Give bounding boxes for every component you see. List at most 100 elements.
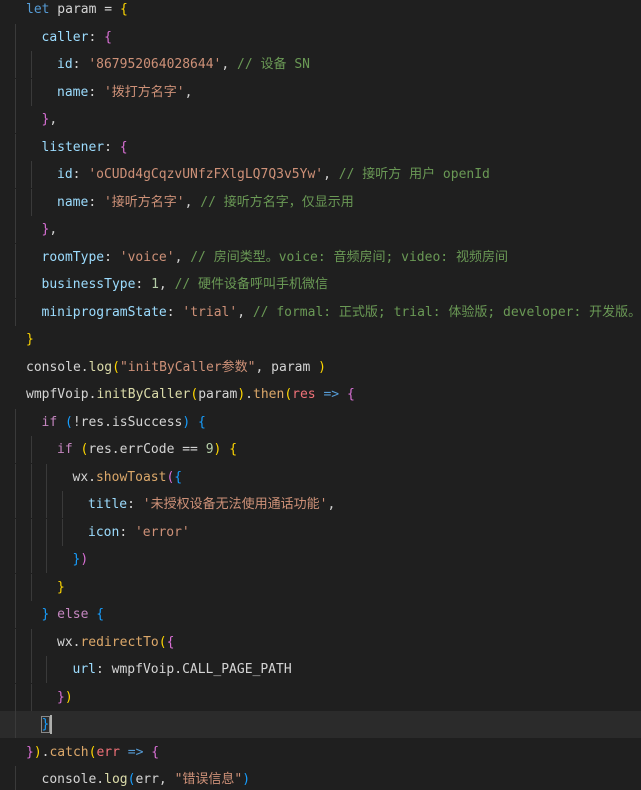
code-token: : xyxy=(127,497,143,512)
code-token: // 接听方名字，仅显示用 xyxy=(200,194,354,210)
indent-guide xyxy=(15,628,16,656)
code-line[interactable]: }, xyxy=(0,106,641,133)
code-line[interactable]: if (res.errCode == 9) { xyxy=(0,436,641,463)
code-line[interactable]: console.log(err, "错误信息") xyxy=(0,766,641,790)
code-text: title: '未授权设备无法使用通话功能', xyxy=(88,491,335,518)
code-line[interactable]: wx.showToast({ xyxy=(0,463,641,491)
code-token: ) xyxy=(318,359,326,375)
code-token: , xyxy=(221,57,238,72)
code-text: businessType: 1, // 硬件设备呼叫手机微信 xyxy=(42,271,329,298)
code-token: { xyxy=(119,139,128,155)
code-text: id: 'oCUDd4gCqzvUNfzFXlgLQ7Q3v5Yw', // 接… xyxy=(57,161,490,188)
code-editor[interactable]: let param = {caller: {id: '8679520640286… xyxy=(0,0,641,790)
code-token: console. xyxy=(26,359,89,375)
code-line[interactable]: wx.redirectTo({ xyxy=(0,628,641,656)
code-line[interactable]: }) xyxy=(0,683,641,711)
code-line[interactable]: id: 'oCUDd4gCqzvUNfzFXlgLQ7Q3v5Yw', // 接… xyxy=(0,161,641,188)
code-text: miniprogramState: 'trial', // formal: 正式… xyxy=(42,299,641,326)
code-line[interactable]: listener: { xyxy=(0,133,641,161)
code-line[interactable]: roomType: 'voice', // 房间类型。voice: 音频房间; … xyxy=(0,243,641,271)
indent-guide xyxy=(15,463,16,491)
code-token: ( xyxy=(158,634,167,650)
code-token: : xyxy=(104,139,120,155)
indent-guide xyxy=(15,78,16,106)
code-token: wx. xyxy=(72,469,96,485)
code-line[interactable]: caller: { xyxy=(0,23,641,51)
code-token: , xyxy=(174,249,191,265)
code-token: 'voice' xyxy=(119,249,175,265)
code-text: caller: { xyxy=(42,24,112,51)
code-token: { xyxy=(104,29,112,45)
code-token: } xyxy=(57,689,65,705)
code-token: : xyxy=(88,194,104,210)
code-token: err, xyxy=(135,772,175,787)
code-token: : xyxy=(104,249,120,265)
code-line[interactable]: }).catch(err => { xyxy=(0,739,641,766)
code-token: 9 xyxy=(205,442,214,457)
indent-guide xyxy=(15,491,16,518)
code-token: // 房间类型。voice: 音频房间; video: 视频房间 xyxy=(190,249,508,265)
indent-guide xyxy=(15,51,16,78)
code-line[interactable]: } xyxy=(0,573,641,601)
code-text: }) xyxy=(57,684,73,711)
code-line[interactable]: } xyxy=(0,711,641,738)
indent-guide xyxy=(15,436,16,463)
code-line[interactable]: wmpfVoip.initByCaller(param).then(res =>… xyxy=(0,381,641,408)
code-token: '拨打方名字' xyxy=(103,84,185,100)
code-line[interactable]: businessType: 1, // 硬件设备呼叫手机微信 xyxy=(0,271,641,298)
code-text: } xyxy=(40,711,51,738)
code-token: id xyxy=(57,57,73,72)
code-line[interactable]: icon: 'error' xyxy=(0,518,641,546)
code-line[interactable]: url: wmpfVoip.CALL_PAGE_PATH xyxy=(0,656,641,683)
code-token: { xyxy=(96,607,105,622)
code-token: name xyxy=(57,84,89,100)
indent-guide xyxy=(15,23,16,51)
code-text: name: '拨打方名字', xyxy=(57,79,192,106)
code-text: console.log(err, "错误信息") xyxy=(42,766,251,790)
code-token: , xyxy=(323,167,339,182)
code-line[interactable]: }, xyxy=(0,216,641,243)
code-text: } else { xyxy=(42,601,105,628)
code-token: { xyxy=(119,2,128,17)
code-line[interactable]: } xyxy=(0,326,641,353)
indent-guide xyxy=(15,573,16,601)
code-text: } xyxy=(26,326,34,353)
code-line[interactable]: } else { xyxy=(0,601,641,628)
code-line[interactable]: let param = { xyxy=(0,0,641,23)
code-token: : wmpfVoip.CALL_PAGE_PATH xyxy=(95,662,292,677)
code-token: : xyxy=(72,167,89,182)
indent-guide xyxy=(30,518,32,546)
code-token: err xyxy=(96,744,120,760)
indent-guide xyxy=(15,408,16,436)
code-token: , xyxy=(327,497,336,512)
code-text: icon: 'error' xyxy=(88,519,190,546)
code-line[interactable]: name: '接听方名字', // 接听方名字，仅显示用 xyxy=(0,188,641,216)
text-cursor xyxy=(49,715,52,734)
indent-guide xyxy=(46,518,47,546)
code-line[interactable]: id: '867952064028644', // 设备 SN xyxy=(0,51,641,78)
indent-guide xyxy=(30,656,32,683)
indent-guide xyxy=(15,711,16,738)
code-token: '接听方名字' xyxy=(103,194,185,210)
code-token: redirectTo xyxy=(80,634,159,650)
code-line[interactable]: name: '拨打方名字', xyxy=(0,78,641,106)
code-line[interactable]: miniprogramState: 'trial', // formal: 正式… xyxy=(0,298,641,326)
code-token: , xyxy=(49,222,58,237)
code-token: { xyxy=(151,744,160,760)
indent-guide xyxy=(15,133,16,161)
code-line[interactable]: console.log("initByCaller参数", param ) xyxy=(0,354,641,381)
code-token: { xyxy=(229,442,238,457)
code-token: ( xyxy=(112,359,120,375)
code-token: // 设备 SN xyxy=(237,57,310,72)
code-line[interactable]: title: '未授权设备无法使用通话功能', xyxy=(0,491,641,518)
code-line[interactable]: if (!res.isSuccess) { xyxy=(0,408,641,436)
code-token: } xyxy=(57,579,65,595)
code-text: }, xyxy=(42,106,58,133)
code-token: res.errCode xyxy=(88,442,183,457)
indent-guide xyxy=(61,491,63,518)
indent-guide xyxy=(15,766,16,790)
code-line[interactable]: }) xyxy=(0,546,641,573)
